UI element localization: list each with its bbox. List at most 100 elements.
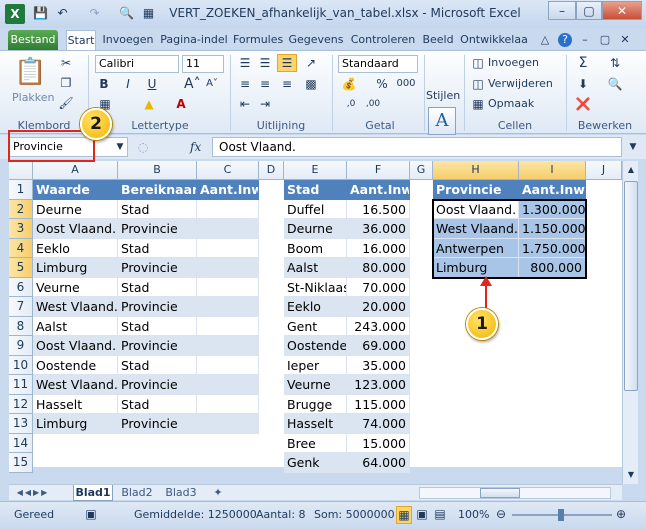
- table1-cell[interactable]: [197, 258, 259, 278]
- table1-cell[interactable]: Stad: [118, 316, 197, 336]
- table1-cell[interactable]: Stad: [118, 238, 197, 258]
- format-cells-button[interactable]: Opmaak: [488, 97, 534, 110]
- table1-cell[interactable]: Provincie: [118, 375, 197, 395]
- worksheet-grid[interactable]: ABCDEFGHIJ 1 2 3 4 5 6 7 8 9 10 11 12 13 14 15 Waarde B…: [9, 161, 622, 473]
- table1-cell[interactable]: West Vlaand.: [33, 297, 118, 317]
- tab-beeld[interactable]: Beeld: [421, 30, 455, 50]
- delete-cells-button[interactable]: Verwijderen: [488, 77, 553, 90]
- row-header-5[interactable]: 5: [9, 258, 33, 278]
- insert-sheet-icon[interactable]: ✦: [207, 485, 229, 501]
- table3-cell[interactable]: 1.300.000: [519, 199, 586, 219]
- format-painter-icon[interactable]: 🖌: [58, 95, 74, 111]
- align-right-icon[interactable]: ≡: [278, 76, 296, 92]
- tab-ontwikkelaars[interactable]: Ontwikkelaa: [458, 30, 530, 50]
- table2-cell[interactable]: Aalst: [284, 258, 347, 278]
- table1-cell[interactable]: [197, 355, 259, 375]
- table1-cell[interactable]: West Vlaand.: [33, 375, 118, 395]
- table1-cell[interactable]: Provincie: [118, 219, 197, 239]
- format-cells-icon[interactable]: ▦: [470, 96, 486, 112]
- column-header-a[interactable]: A: [33, 161, 118, 180]
- tab-pagina-indeling[interactable]: Pagina-indel: [158, 30, 230, 50]
- row-header-8[interactable]: 8: [9, 316, 33, 336]
- increase-decimal-icon[interactable]: ,0: [342, 96, 360, 112]
- table1-cell[interactable]: Oost Vlaand.: [33, 219, 118, 239]
- align-middle-icon[interactable]: ☰: [256, 55, 274, 71]
- table2-cell[interactable]: Deurne: [284, 219, 347, 239]
- fill-icon[interactable]: ⬇: [574, 76, 592, 92]
- table1-cell[interactable]: Stad: [118, 199, 197, 219]
- column-header-i[interactable]: I: [519, 161, 586, 180]
- redo-icon[interactable]: ↷: [86, 5, 103, 22]
- tab-bestand[interactable]: Bestand: [8, 30, 58, 50]
- tab-gegevens[interactable]: Gegevens: [287, 30, 345, 50]
- table1-cell[interactable]: Stad: [118, 277, 197, 297]
- row-header-12[interactable]: 12: [9, 394, 33, 414]
- tab-controleren[interactable]: Controleren: [349, 30, 417, 50]
- row-header-4[interactable]: 4: [9, 238, 33, 258]
- undo-icon[interactable]: ↶: [54, 5, 71, 22]
- table2-cell[interactable]: 69.000: [347, 336, 410, 356]
- table1-cell[interactable]: Limburg: [33, 258, 118, 278]
- close-button[interactable]: ✕: [602, 1, 642, 20]
- table2-cell[interactable]: Gent: [284, 316, 347, 336]
- table2-cell[interactable]: Eeklo: [284, 297, 347, 317]
- font-name-select[interactable]: Calibri: [95, 55, 179, 73]
- row-header-2[interactable]: 2: [9, 199, 33, 219]
- restore-workbook-icon[interactable]: ▢: [598, 33, 612, 47]
- sheet-tab-blad2[interactable]: Blad2: [117, 485, 157, 501]
- table3-header[interactable]: Aant.Inw.: [519, 180, 586, 200]
- column-header-c[interactable]: C: [197, 161, 259, 180]
- column-header-e[interactable]: E: [284, 161, 347, 180]
- zoom-out-icon[interactable]: ⊖: [494, 506, 508, 522]
- formula-input[interactable]: Oost Vlaand.: [212, 137, 622, 157]
- font-color-icon[interactable]: A: [172, 96, 190, 112]
- table2-cell[interactable]: 35.000: [347, 355, 410, 375]
- merge-cells-icon[interactable]: ▩: [302, 76, 320, 92]
- row-header-10[interactable]: 10: [9, 355, 33, 375]
- insert-function-button[interactable]: fx: [190, 139, 208, 155]
- formula-bar-handle-icon[interactable]: ◌: [136, 139, 150, 155]
- table2-cell[interactable]: 36.000: [347, 219, 410, 239]
- table2-cell[interactable]: Hasselt: [284, 414, 347, 434]
- table2-cell[interactable]: 74.000: [347, 414, 410, 434]
- table1-cell[interactable]: Veurne: [33, 277, 118, 297]
- table1-cell[interactable]: Provincie: [118, 258, 197, 278]
- decrease-indent-icon[interactable]: ⇤: [236, 96, 254, 112]
- select-all-corner[interactable]: [9, 161, 33, 180]
- table1-cell[interactable]: Limburg: [33, 414, 118, 434]
- table1-cell[interactable]: Deurne: [33, 199, 118, 219]
- table3-cell[interactable]: 1.750.000: [519, 238, 586, 258]
- bold-button[interactable]: B: [96, 76, 112, 92]
- vertical-scrollbar[interactable]: ▲ ▼: [622, 161, 638, 484]
- column-header-j[interactable]: J: [586, 161, 622, 180]
- table1-cell[interactable]: [197, 219, 259, 239]
- align-left-icon[interactable]: ≡: [236, 76, 254, 92]
- decrease-decimal-icon[interactable]: ,00: [364, 96, 382, 112]
- table2-cell[interactable]: Boom: [284, 238, 347, 258]
- table2-cell[interactable]: 115.000: [347, 394, 410, 414]
- insert-cells-button[interactable]: Invoegen: [488, 56, 539, 69]
- sort-filter-icon[interactable]: ⇅: [606, 55, 624, 71]
- styles-icon[interactable]: A: [428, 107, 456, 135]
- table2-header[interactable]: Aant.Inw.: [347, 180, 410, 200]
- table3-cell[interactable]: Oost Vlaand.: [433, 199, 519, 219]
- table2-cell[interactable]: 16.000: [347, 238, 410, 258]
- row-header-7[interactable]: 7: [9, 297, 33, 317]
- table1-cell[interactable]: Stad: [118, 394, 197, 414]
- table2-cell[interactable]: Genk: [284, 453, 347, 473]
- table1-cell[interactable]: Oost Vlaand.: [33, 336, 118, 356]
- expand-formula-bar-icon[interactable]: ▼: [626, 139, 640, 155]
- sheet-tab-blad3[interactable]: Blad3: [161, 485, 201, 501]
- vertical-scroll-thumb[interactable]: [624, 181, 638, 391]
- row-header-13[interactable]: 13: [9, 414, 33, 434]
- grow-font-icon[interactable]: A˄: [184, 76, 201, 92]
- align-top-icon[interactable]: ☰: [236, 55, 254, 71]
- table2-cell[interactable]: 15.000: [347, 433, 410, 453]
- paste-icon[interactable]: 📋: [14, 55, 46, 89]
- tab-formules[interactable]: Formules: [233, 30, 283, 50]
- font-size-select[interactable]: 11: [182, 55, 224, 73]
- table2-cell[interactable]: 243.000: [347, 316, 410, 336]
- excel-logo-icon[interactable]: X: [5, 4, 25, 24]
- table1-cell[interactable]: Provincie: [118, 414, 197, 434]
- page-break-view-icon[interactable]: ▤: [432, 506, 448, 522]
